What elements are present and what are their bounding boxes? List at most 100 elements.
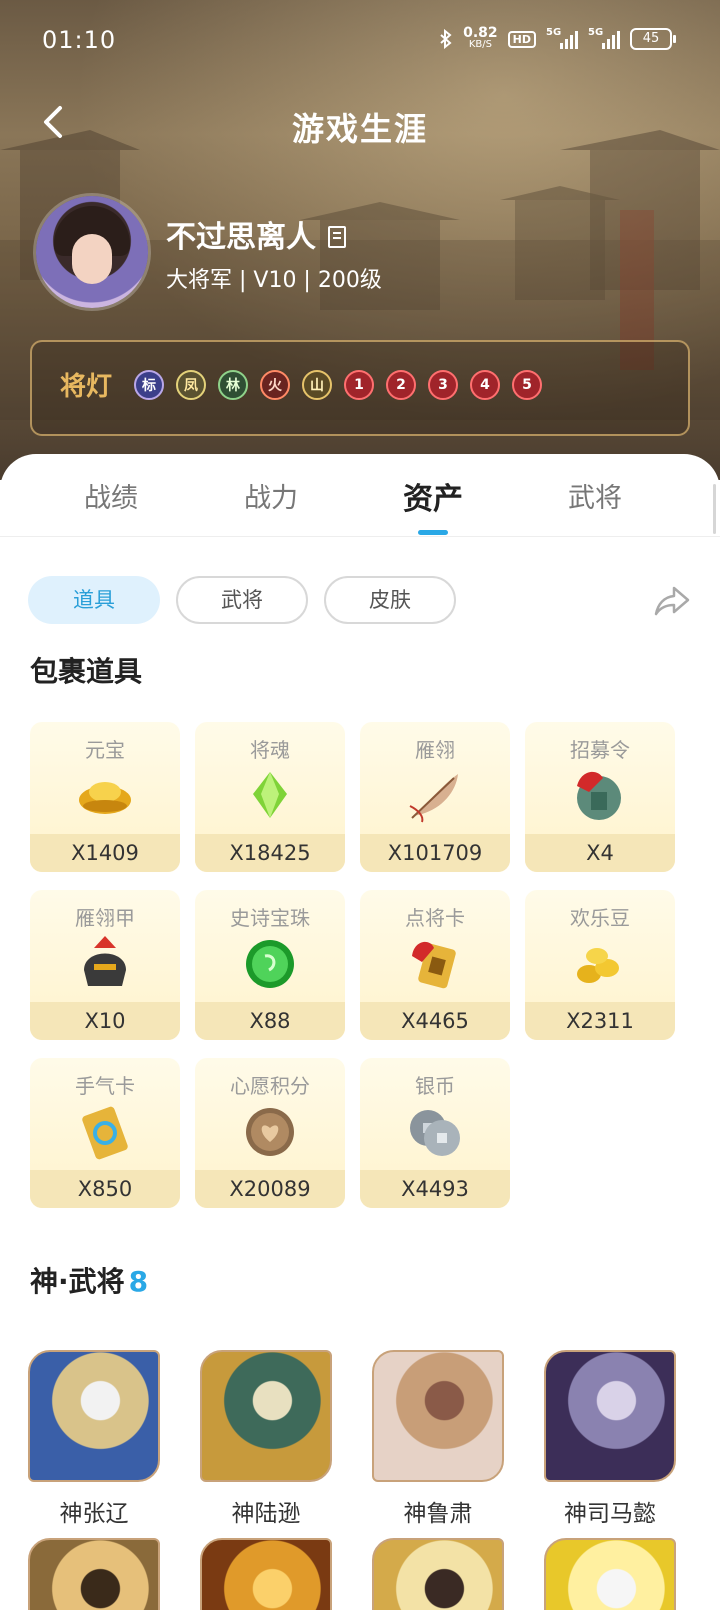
general-card-icon xyxy=(412,941,456,989)
item-card[interactable]: 元宝 X1409 xyxy=(30,722,180,872)
tab-record[interactable]: 战绩 xyxy=(28,476,194,515)
tab-assets[interactable]: 资产 xyxy=(350,474,516,518)
network-speed-unit: KB/S xyxy=(468,39,492,50)
item-name: 点将卡 xyxy=(405,906,465,930)
content-sheet: 战绩 战力 资产 武将 道具 武将 皮肤 包裹道具 元宝 X1409 将魂 X1842… xyxy=(0,454,720,1610)
item-name: 招募令 xyxy=(570,738,630,762)
hero-portrait xyxy=(200,1538,332,1610)
gold-ingot-icon xyxy=(79,782,131,814)
hero-card[interactable]: 神陆逊 xyxy=(200,1350,332,1528)
active-tab-indicator xyxy=(418,530,448,535)
item-name: 雁翎甲 xyxy=(75,906,135,930)
item-name: 欢乐豆 xyxy=(570,906,630,930)
item-count: X4 xyxy=(525,834,675,872)
beans-icon xyxy=(577,948,619,983)
sim2-network-label: 5G xyxy=(588,27,604,38)
share-icon[interactable] xyxy=(652,580,692,620)
profile-header: 01:10 0.82 KB/S HD 5G 5G 45 游戏生涯 不过思离人 大… xyxy=(0,0,720,480)
network-speed-value: 0.82 xyxy=(463,25,498,41)
lamp-list: 标凤林火山12345 xyxy=(134,370,542,400)
item-name: 将魂 xyxy=(250,738,290,762)
filter-generals[interactable]: 武将 xyxy=(176,576,308,624)
lamp-badge[interactable]: 5 xyxy=(512,370,542,400)
feather-icon xyxy=(409,774,458,823)
luck-card-icon xyxy=(82,1106,128,1160)
item-name: 心愿积分 xyxy=(230,1074,310,1098)
lamp-badge[interactable]: 林 xyxy=(218,370,248,400)
item-card[interactable]: 心愿积分 X20089 xyxy=(195,1058,345,1208)
heroes-count: 8 xyxy=(128,1265,149,1298)
hero-name: 神鲁肃 xyxy=(403,1501,473,1527)
bluetooth-icon xyxy=(440,29,452,49)
signal-icon-sim2: 5G xyxy=(588,27,620,49)
sim1-network-label: 5G xyxy=(546,27,562,38)
avatar[interactable] xyxy=(36,196,148,308)
item-count: X20089 xyxy=(195,1170,345,1208)
item-card[interactable]: 欢乐豆 X2311 xyxy=(525,890,675,1040)
item-name: 雁翎 xyxy=(415,738,455,762)
item-count: X2311 xyxy=(525,1002,675,1040)
item-name: 手气卡 xyxy=(75,1074,135,1098)
green-soul-icon xyxy=(253,772,287,818)
hero-card[interactable] xyxy=(544,1538,676,1610)
lamp-badge[interactable]: 1 xyxy=(344,370,374,400)
hero-portrait xyxy=(372,1350,504,1482)
user-meta: 大将军 | V10 | 200级 xyxy=(166,268,382,293)
item-count: X18425 xyxy=(195,834,345,872)
lamp-badge[interactable]: 3 xyxy=(428,370,458,400)
item-count: X10 xyxy=(30,1002,180,1040)
heroes-section-label: 神·武将 xyxy=(30,1265,125,1298)
user-name: 不过思离人 xyxy=(166,220,316,255)
tab-bar: 战绩 战力 资产 武将 xyxy=(0,454,720,537)
tab-generals[interactable]: 武将 xyxy=(512,476,678,515)
item-card[interactable]: 史诗宝珠 X88 xyxy=(195,890,345,1040)
heroes-section-title: 神·武将 8 xyxy=(30,1260,148,1300)
item-card[interactable]: 银币 X4493 xyxy=(360,1058,510,1208)
hero-name: 神张辽 xyxy=(59,1501,129,1527)
note-icon[interactable] xyxy=(328,226,346,248)
status-bar: 01:10 0.82 KB/S HD 5G 5G 45 xyxy=(0,0,720,86)
network-speed: 0.82 KB/S xyxy=(463,25,498,50)
lamp-badge[interactable]: 凤 xyxy=(176,370,206,400)
hero-card[interactable]: 神司马懿 xyxy=(544,1350,676,1528)
hero-card[interactable] xyxy=(372,1538,504,1610)
lamp-badge[interactable]: 标 xyxy=(134,370,164,400)
filter-items[interactable]: 道具 xyxy=(28,576,160,624)
armor-helmet-icon xyxy=(84,936,126,986)
hero-card[interactable] xyxy=(200,1538,332,1610)
item-card[interactable]: 将魂 X18425 xyxy=(195,722,345,872)
item-card[interactable]: 招募令 X4 xyxy=(525,722,675,872)
hero-portrait xyxy=(372,1538,504,1610)
lamp-badge[interactable]: 2 xyxy=(386,370,416,400)
status-time: 01:10 xyxy=(42,26,117,54)
hero-card[interactable]: 神张辽 xyxy=(28,1350,160,1528)
item-card[interactable]: 手气卡 X850 xyxy=(30,1058,180,1208)
items-section-title: 包裹道具 xyxy=(30,655,143,688)
tab-power[interactable]: 战力 xyxy=(188,476,354,515)
item-name: 银币 xyxy=(415,1074,455,1098)
hero-portrait xyxy=(544,1538,676,1610)
item-count: X1409 xyxy=(30,834,180,872)
lamp-badge[interactable]: 火 xyxy=(260,370,290,400)
recruit-token-icon xyxy=(577,771,621,820)
hero-card[interactable] xyxy=(28,1538,160,1610)
item-count: X88 xyxy=(195,1002,345,1040)
item-card[interactable]: 点将卡 X4465 xyxy=(360,890,510,1040)
hero-portrait xyxy=(200,1350,332,1482)
hero-card[interactable]: 神鲁肃 xyxy=(372,1350,504,1528)
item-count: X4465 xyxy=(360,1002,510,1040)
page-title: 游戏生涯 xyxy=(291,110,428,148)
lamp-panel: 将灯 标凤林火山12345 xyxy=(30,340,690,436)
heart-coin-icon xyxy=(246,1108,294,1156)
lamp-badge[interactable]: 山 xyxy=(302,370,332,400)
item-card[interactable]: 雁翎甲 X10 xyxy=(30,890,180,1040)
hd-voice-icon: HD xyxy=(507,30,536,48)
lamp-badge[interactable]: 4 xyxy=(470,370,500,400)
silver-coin-icon xyxy=(410,1110,460,1156)
item-card[interactable]: 雁翎 X101709 xyxy=(360,722,510,872)
hero-portrait xyxy=(544,1350,676,1482)
hero-name: 神司马懿 xyxy=(564,1501,656,1527)
filter-skins[interactable]: 皮肤 xyxy=(324,576,456,624)
item-name: 史诗宝珠 xyxy=(230,906,310,930)
hero-portrait xyxy=(28,1538,160,1610)
